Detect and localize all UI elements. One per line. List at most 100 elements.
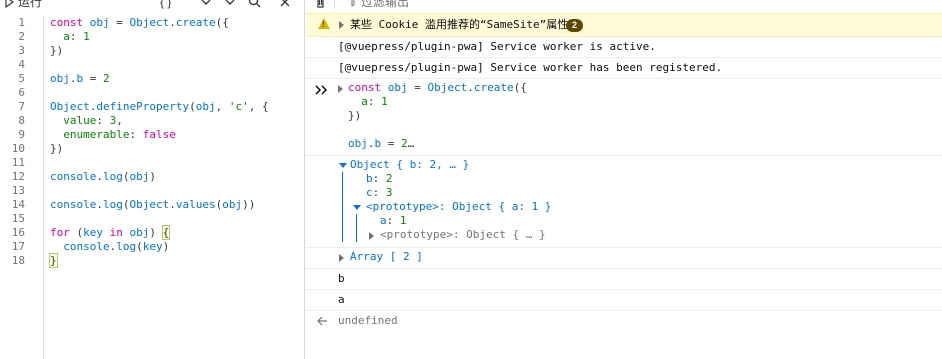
collapse-arrow-icon[interactable] [339, 163, 347, 168]
code-token: }) [50, 44, 64, 57]
close-editor-button[interactable] [279, 0, 291, 9]
code-line[interactable]: }) [50, 142, 63, 156]
chevron-up-icon [201, 0, 211, 5]
array-summary[interactable]: Array [ 2 ] [350, 250, 423, 264]
code-line[interactable]: a: 1 [50, 30, 90, 44]
log-row: a [306, 290, 942, 311]
code-token: false [142, 128, 176, 141]
warning-message: 某些 Cookie 滥用推荐的“SameSite”属性 [350, 18, 569, 31]
code-token: key [83, 226, 110, 239]
collapse-arrow-icon[interactable] [353, 205, 361, 210]
input-line-3: }) [348, 109, 362, 122]
result-row: undefined [306, 311, 942, 332]
search-icon [248, 0, 261, 8]
code-token: obj [129, 226, 150, 239]
code-token: log [116, 240, 137, 253]
code-line[interactable]: Object.defineProperty(obj, 'c', { [50, 100, 269, 114]
run-button[interactable]: 运行 [4, 0, 42, 9]
log-message: [@vuepress/plugin-pwa] Service worker ha… [338, 61, 723, 74]
code-token: obj [222, 198, 243, 211]
code-line[interactable]: enumerable: false [50, 128, 176, 142]
expand-arrow-icon[interactable] [338, 85, 343, 93]
code-token: 1 [83, 30, 90, 43]
log-row: [@vuepress/plugin-pwa] Service worker is… [306, 37, 942, 58]
code-token: value [50, 114, 97, 127]
code-line[interactable]: } [49, 253, 58, 268]
code-token: ( [136, 240, 143, 253]
code-line[interactable]: obj.b = 2 [50, 72, 110, 86]
code-token: obj [50, 72, 70, 85]
line-number: 17 [11, 240, 25, 253]
line-number: 14 [11, 198, 25, 211]
pretty-print-button[interactable]: { } [160, 0, 171, 9]
filter-output-field[interactable]: 过滤输出 [348, 0, 409, 9]
line-number: 10 [11, 142, 25, 155]
code-token: = [109, 16, 130, 29]
log-row: [@vuepress/plugin-pwa] Service worker ha… [306, 58, 942, 79]
code-token: }) [50, 142, 64, 155]
code-line[interactable]: for (key in obj) { [50, 225, 171, 240]
code-token: . [169, 16, 176, 29]
line-number: 13 [11, 184, 25, 197]
code-token: ) [149, 170, 156, 183]
code-token: const [50, 16, 90, 29]
line-number: 9 [18, 128, 25, 141]
code-token: : [129, 128, 143, 141]
search-button[interactable] [248, 0, 261, 9]
log-message: [@vuepress/plugin-pwa] Service worker is… [338, 40, 656, 53]
double-chevron-prompt-icon [315, 85, 328, 95]
code-token: create [175, 16, 216, 29]
code-token: a [50, 30, 70, 43]
code-token: values [175, 198, 216, 211]
warning-count-badge: 2 [566, 19, 583, 32]
line-number-gutter: 1 2 3 4 5 6 7 8 9 10 11 12 13 14 15 16 17 18 [0, 16, 44, 359]
expand-arrow-icon[interactable] [369, 232, 374, 240]
collapse-button[interactable] [200, 0, 212, 9]
code-token: log [102, 198, 123, 211]
code-token: key [142, 240, 163, 253]
run-button-label: 运行 [18, 0, 43, 9]
prototype-property: a: 1 [380, 214, 407, 227]
code-line[interactable]: console.log(key) [50, 240, 169, 254]
code-token: = [83, 72, 103, 85]
line-number: 11 [11, 156, 25, 169]
trash-icon[interactable] [315, 0, 326, 8]
code-token: for [50, 226, 77, 239]
expand-button[interactable] [224, 0, 236, 9]
return-value: undefined [338, 314, 398, 327]
nested-prototype-summary[interactable]: <prototype>: Object { … } [380, 228, 546, 242]
code-token: . [69, 72, 77, 85]
line-number: 7 [18, 100, 25, 113]
code-token: 2 [103, 72, 110, 85]
code-token: log [102, 170, 123, 183]
expand-arrow-icon[interactable] [339, 21, 344, 29]
code-line[interactable]: value: 3, [50, 114, 123, 128]
code-line[interactable]: const obj = Object.create({ [50, 16, 229, 30]
code-token: : [96, 114, 110, 127]
line-number: 15 [11, 212, 25, 225]
close-icon [280, 0, 290, 6]
play-icon [5, 0, 15, 8]
editor-toolbar: 运行 { } [0, 0, 305, 9]
code-token: enumerable [50, 128, 130, 141]
code-token: { [161, 225, 171, 240]
code-line[interactable]: console.log(obj) [50, 170, 156, 184]
object-property: c: 3 [366, 186, 393, 199]
input-echo-row[interactable]: const obj = Object.create({ a: 1 }) obj.… [306, 79, 942, 156]
code-token: Object [129, 198, 170, 211]
expand-arrow-icon[interactable] [339, 254, 344, 262]
return-arrow-icon [317, 316, 327, 326]
line-number: 2 [18, 30, 25, 43]
code-token: : [69, 30, 84, 43]
code-line[interactable]: }) [50, 44, 63, 58]
code-token: )) [242, 198, 256, 211]
log-message: a [338, 293, 345, 306]
line-number: 5 [18, 72, 25, 85]
pretty-print-label: { } [160, 0, 172, 9]
object-summary[interactable]: Object { b: 2, … } [350, 158, 469, 172]
code-line[interactable]: console.log(Object.values(obj)) [50, 198, 255, 212]
input-line-4: obj.b = 2… [348, 137, 415, 150]
prototype-summary[interactable]: <prototype>: Object { a: 1 } [366, 200, 551, 214]
warning-group-row[interactable]: ! 某些 Cookie 滥用推荐的“SameSite”属性 2 [306, 13, 942, 37]
line-number: 16 [11, 226, 25, 239]
